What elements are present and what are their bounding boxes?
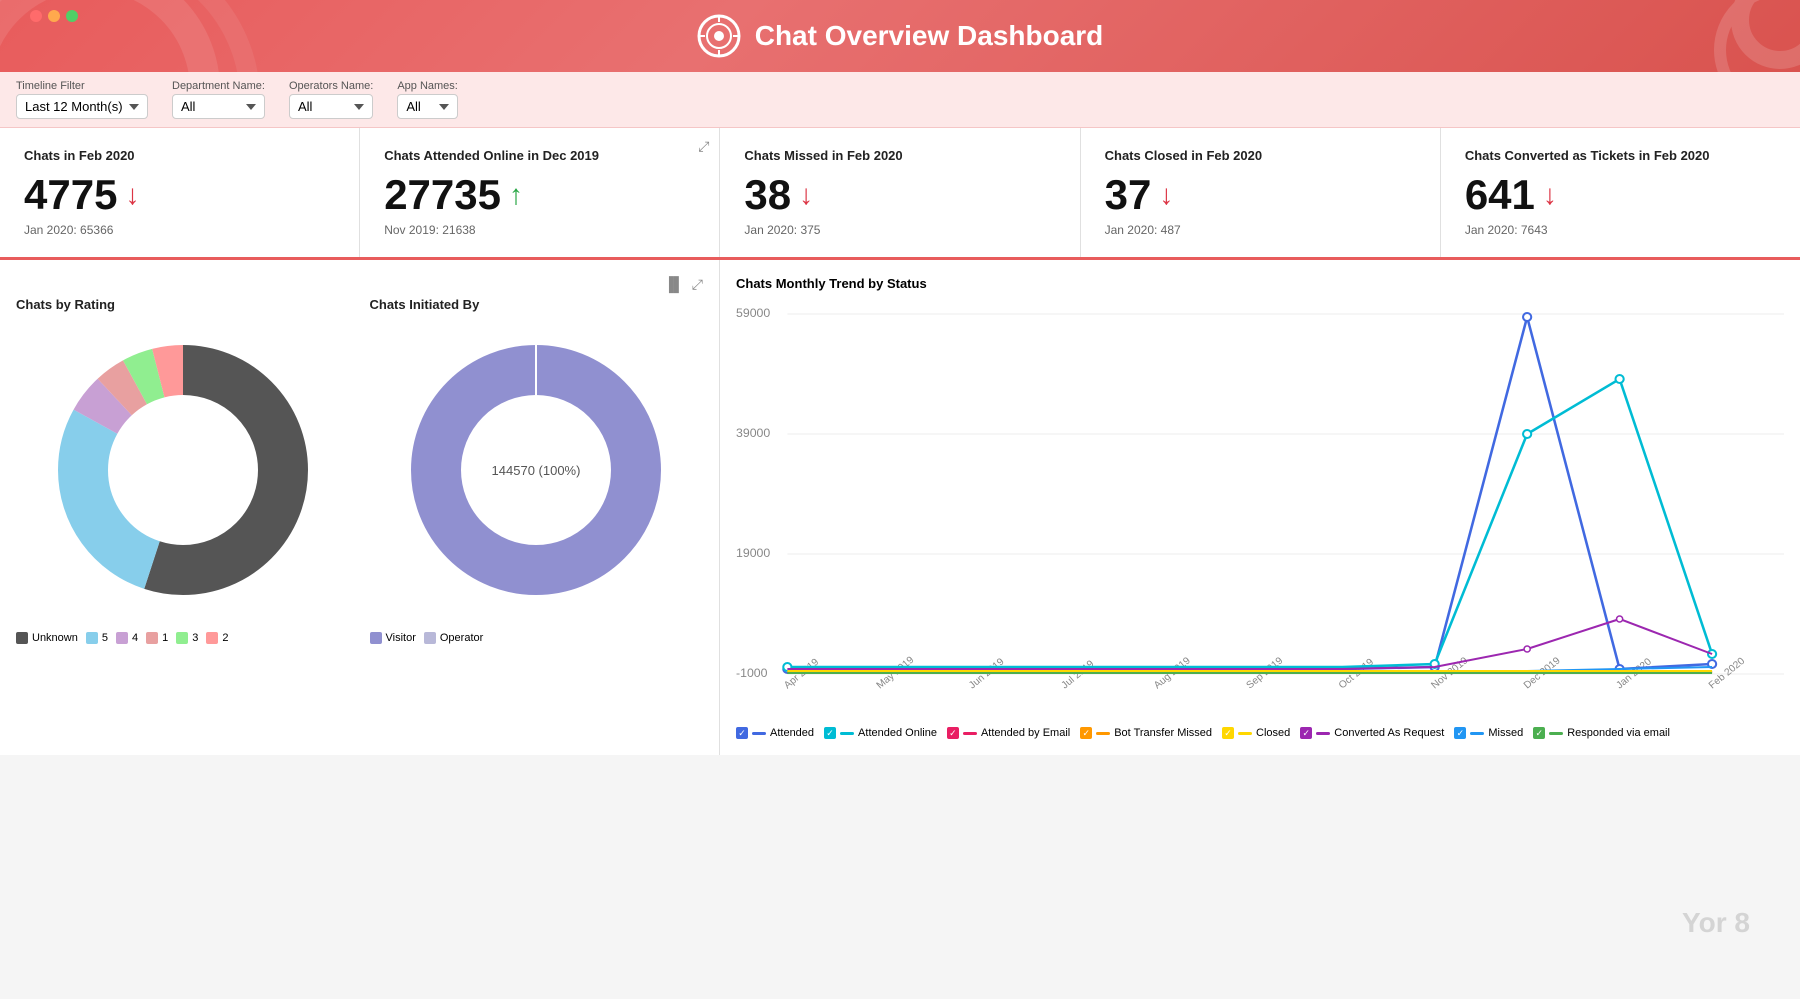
metric-value-0: 4775 ↓ — [24, 171, 335, 219]
metric-card-tickets-feb: Chats Converted as Tickets in Feb 2020 6… — [1441, 128, 1800, 257]
dot-green — [66, 10, 78, 22]
legend-2: 2 — [206, 632, 228, 644]
legend-attended: ✓ Attended — [736, 727, 814, 739]
arrow-down-0: ↓ — [125, 179, 139, 211]
metric-title-0: Chats in Feb 2020 — [24, 148, 335, 163]
donut-rating-title: Chats by Rating — [16, 297, 350, 312]
legend-3: 3 — [176, 632, 198, 644]
donut-initiated-svg-wrap: 144570 (100%) — [370, 320, 704, 620]
donut-initiated-svg: 144570 (100%) — [386, 320, 686, 620]
legend-bot-transfer: ✓ Bot Transfer Missed — [1080, 727, 1212, 739]
dot-red — [30, 10, 42, 22]
donut-initiated-container: Chats Initiated By 144570 (100%) — [370, 297, 704, 644]
timeline-filter-label: Timeline Filter — [16, 80, 148, 92]
legend-unknown: Unknown — [16, 632, 78, 644]
watermark: Yor 8 — [1682, 907, 1750, 939]
legend-visitor: Visitor — [370, 632, 416, 644]
header-logo-icon — [697, 14, 741, 58]
metric-value-2: 38 ↓ — [744, 171, 1055, 219]
chart-toolbar: ▐▌ ⤢ — [16, 276, 703, 293]
expand-chart-icon[interactable]: ⤢ — [692, 276, 703, 293]
line-attended — [787, 317, 1712, 669]
svg-text:19000: 19000 — [736, 546, 771, 560]
arrow-down-3: ↓ — [1159, 179, 1173, 211]
operators-filter-label: Operators Name: — [289, 80, 373, 92]
timeline-filter-select[interactable]: Last 12 Month(s)Last 6 Month(s)Last 3 Mo… — [16, 94, 148, 119]
line-attended-online — [787, 379, 1712, 667]
donut-rating-legend: Unknown 5 4 1 — [16, 632, 350, 644]
legend-attended-email: ✓ Attended by Email — [947, 727, 1070, 739]
metric-card-missed-feb: Chats Missed in Feb 2020 38 ↓ Jan 2020: … — [720, 128, 1080, 257]
metric-prev-1: Nov 2019: 21638 — [384, 223, 695, 237]
legend-converted-request: ✓ Converted As Request — [1300, 727, 1444, 739]
app-filter-group: App Names: All — [397, 80, 458, 119]
line-chart-legend: ✓ Attended ✓ Attended Online ✓ Attended … — [736, 727, 1784, 739]
operators-filter-group: Operators Name: All — [289, 80, 373, 119]
metric-card-closed-feb: Chats Closed in Feb 2020 37 ↓ Jan 2020: … — [1081, 128, 1441, 257]
header-deco-right — [1680, 0, 1800, 72]
header: Chat Overview Dashboard — [0, 0, 1800, 72]
arrow-down-4: ↓ — [1543, 179, 1557, 211]
metric-prev-3: Jan 2020: 487 — [1105, 223, 1416, 237]
window-dots — [30, 10, 78, 22]
legend-closed: ✓ Closed — [1222, 727, 1290, 739]
department-filter-group: Department Name: All — [172, 80, 265, 119]
legend-attended-online: ✓ Attended Online — [824, 727, 937, 739]
metric-prev-2: Jan 2020: 375 — [744, 223, 1055, 237]
charts-section: ▐▌ ⤢ Chats by Rating — [0, 260, 1800, 755]
left-charts-panel: ▐▌ ⤢ Chats by Rating — [0, 260, 720, 755]
app-filter-select[interactable]: All — [397, 94, 458, 119]
expand-icon-1[interactable]: ⤢ — [698, 138, 709, 155]
header-title-group: Chat Overview Dashboard — [697, 14, 1104, 58]
legend-5: 5 — [86, 632, 108, 644]
legend-1: 1 — [146, 632, 168, 644]
metric-prev-0: Jan 2020: 65366 — [24, 223, 335, 237]
donut-rating-container: Chats by Rating — [16, 297, 350, 644]
svg-text:59000: 59000 — [736, 306, 771, 320]
svg-text:144570 (100%): 144570 (100%) — [492, 463, 581, 478]
donut-rating-svg — [33, 320, 333, 620]
department-filter-label: Department Name: — [172, 80, 265, 92]
operators-filter-select[interactable]: All — [289, 94, 373, 119]
metrics-row: Chats in Feb 2020 4775 ↓ Jan 2020: 65366… — [0, 128, 1800, 260]
dot-orange — [48, 10, 60, 22]
donut-initiated-title: Chats Initiated By — [370, 297, 704, 312]
metric-title-4: Chats Converted as Tickets in Feb 2020 — [1465, 148, 1776, 163]
legend-missed: ✓ Missed — [1454, 727, 1523, 739]
timeline-filter-group: Timeline Filter Last 12 Month(s)Last 6 M… — [16, 80, 148, 119]
metric-title-1: Chats Attended Online in Dec 2019 — [384, 148, 695, 163]
svg-text:-1000: -1000 — [736, 666, 768, 680]
legend-responded-email: ✓ Responded via email — [1533, 727, 1670, 739]
department-filter-select[interactable]: All — [172, 94, 265, 119]
metric-card-chats-feb: Chats in Feb 2020 4775 ↓ Jan 2020: 65366 — [0, 128, 360, 257]
bar-chart-icon[interactable]: ▐▌ — [664, 276, 684, 293]
arrow-up-1: ↑ — [509, 179, 523, 211]
metric-card-attended-dec: ⤢ Chats Attended Online in Dec 2019 2773… — [360, 128, 720, 257]
line-chart-svg: 59000 39000 19000 -1000 Apr 2019 May 201… — [736, 299, 1784, 719]
right-chart-panel: Chats Monthly Trend by Status 59000 3900… — [720, 260, 1800, 755]
svg-text:Jul 2019: Jul 2019 — [1060, 658, 1097, 691]
svg-text:39000: 39000 — [736, 426, 771, 440]
metric-title-3: Chats Closed in Feb 2020 — [1105, 148, 1416, 163]
metric-prev-4: Jan 2020: 7643 — [1465, 223, 1776, 237]
legend-operator: Operator — [424, 632, 483, 644]
metric-value-4: 641 ↓ — [1465, 171, 1776, 219]
line-converted — [787, 619, 1712, 669]
line-chart-title: Chats Monthly Trend by Status — [736, 276, 1784, 291]
line-chart-area: 59000 39000 19000 -1000 Apr 2019 May 201… — [736, 299, 1784, 719]
metric-title-2: Chats Missed in Feb 2020 — [744, 148, 1055, 163]
header-title-text: Chat Overview Dashboard — [755, 20, 1104, 52]
arrow-down-2: ↓ — [799, 179, 813, 211]
filters-bar: Timeline Filter Last 12 Month(s)Last 6 M… — [0, 72, 1800, 128]
metric-value-1: 27735 ↑ — [384, 171, 695, 219]
metric-value-3: 37 ↓ — [1105, 171, 1416, 219]
donut-row: Chats by Rating — [16, 297, 703, 644]
legend-4: 4 — [116, 632, 138, 644]
app-filter-label: App Names: — [397, 80, 458, 92]
donut-initiated-legend: Visitor Operator — [370, 632, 704, 644]
donut-rating-svg-wrap — [16, 320, 350, 620]
